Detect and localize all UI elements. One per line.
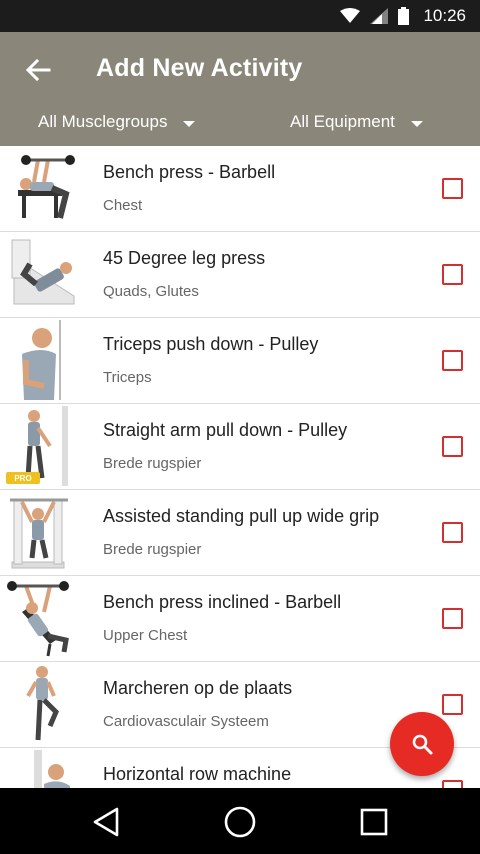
activity-row-triceps-pushdown[interactable]: Triceps push down - Pulley Triceps bbox=[0, 318, 480, 404]
activity-muscles: Cardiovasculair Systeem bbox=[103, 713, 269, 730]
activity-row-bench-press[interactable]: Bench press - Barbell Chest bbox=[0, 146, 480, 232]
home-circle-icon bbox=[224, 806, 256, 838]
activity-list[interactable]: Bench press - Barbell Chest 45 Degree le… bbox=[0, 146, 480, 788]
back-button[interactable] bbox=[18, 52, 58, 88]
activity-checkbox[interactable] bbox=[442, 694, 463, 715]
activity-row-leg-press[interactable]: 45 Degree leg press Quads, Glutes bbox=[0, 232, 480, 318]
signal-icon bbox=[370, 8, 389, 24]
activity-name: Horizontal row machine bbox=[103, 764, 292, 784]
exercise-thumbnail bbox=[26, 666, 59, 741]
wifi-icon bbox=[340, 8, 361, 23]
exercise-thumbnail bbox=[7, 581, 69, 657]
activity-muscles: Quads, Glutes bbox=[103, 283, 199, 300]
activity-row-straight-arm-pulldown[interactable]: PRO Straight arm pull down - Pulley Bred… bbox=[0, 404, 480, 490]
activity-name: Bench press - Barbell bbox=[103, 162, 276, 182]
battery-icon bbox=[398, 7, 410, 25]
musclegroup-filter-label: All Musclegroups bbox=[38, 112, 168, 131]
status-bar: 10:26 bbox=[0, 0, 480, 32]
musclegroup-filter-dropdown[interactable]: All Musclegroups bbox=[38, 112, 196, 132]
search-fab-button[interactable] bbox=[390, 712, 454, 776]
activity-checkbox[interactable] bbox=[442, 264, 463, 285]
activity-name: Assisted standing pull up wide grip bbox=[103, 506, 380, 526]
chevron-down-icon bbox=[410, 120, 423, 127]
activity-row-incline-bench-press[interactable]: Bench press inclined - Barbell Upper Che… bbox=[0, 576, 480, 662]
exercise-thumbnail bbox=[22, 320, 61, 400]
nav-back-button[interactable] bbox=[84, 802, 128, 842]
activity-checkbox[interactable] bbox=[442, 522, 463, 543]
nav-recents-button[interactable] bbox=[352, 802, 396, 842]
equipment-filter-label: All Equipment bbox=[290, 112, 395, 131]
recents-square-icon bbox=[360, 808, 388, 836]
back-triangle-icon bbox=[93, 807, 119, 837]
nav-home-button[interactable] bbox=[218, 802, 262, 842]
exercise-thumbnail bbox=[10, 498, 68, 569]
activity-muscles: Brede rugspier bbox=[103, 541, 202, 558]
activity-muscles: Upper Chest bbox=[103, 627, 188, 644]
activity-checkbox[interactable] bbox=[442, 780, 463, 788]
system-nav-bar bbox=[0, 788, 480, 854]
status-time: 10:26 bbox=[423, 6, 466, 25]
activity-checkbox[interactable] bbox=[442, 350, 463, 371]
exercise-thumbnail bbox=[11, 239, 75, 305]
arrow-left-icon bbox=[25, 59, 51, 81]
activity-muscles: Chest bbox=[103, 197, 143, 214]
pro-badge: PRO bbox=[14, 474, 31, 483]
exercise-thumbnail bbox=[18, 155, 75, 219]
app-bar: Add New Activity All Musclegroups All Eq… bbox=[0, 32, 480, 146]
page-title: Add New Activity bbox=[96, 54, 303, 82]
activity-muscles: Brede rugspier bbox=[103, 455, 202, 472]
activity-checkbox[interactable] bbox=[442, 608, 463, 629]
activity-name: Triceps push down - Pulley bbox=[103, 334, 319, 354]
activity-checkbox[interactable] bbox=[442, 436, 463, 457]
exercise-thumbnail bbox=[34, 750, 70, 788]
exercise-thumbnail: PRO bbox=[6, 406, 68, 486]
equipment-filter-dropdown[interactable]: All Equipment bbox=[290, 112, 423, 132]
search-icon bbox=[412, 734, 433, 755]
activity-row-assisted-pull-up[interactable]: Assisted standing pull up wide grip Bred… bbox=[0, 490, 480, 576]
chevron-down-icon bbox=[183, 120, 196, 127]
activity-muscles: Triceps bbox=[103, 369, 152, 386]
activity-checkbox[interactable] bbox=[442, 178, 463, 199]
activity-name: Marcheren op de plaats bbox=[103, 678, 293, 698]
activity-name: Bench press inclined - Barbell bbox=[103, 592, 342, 612]
activity-name: 45 Degree leg press bbox=[103, 248, 266, 268]
activity-name: Straight arm pull down - Pulley bbox=[103, 420, 348, 440]
